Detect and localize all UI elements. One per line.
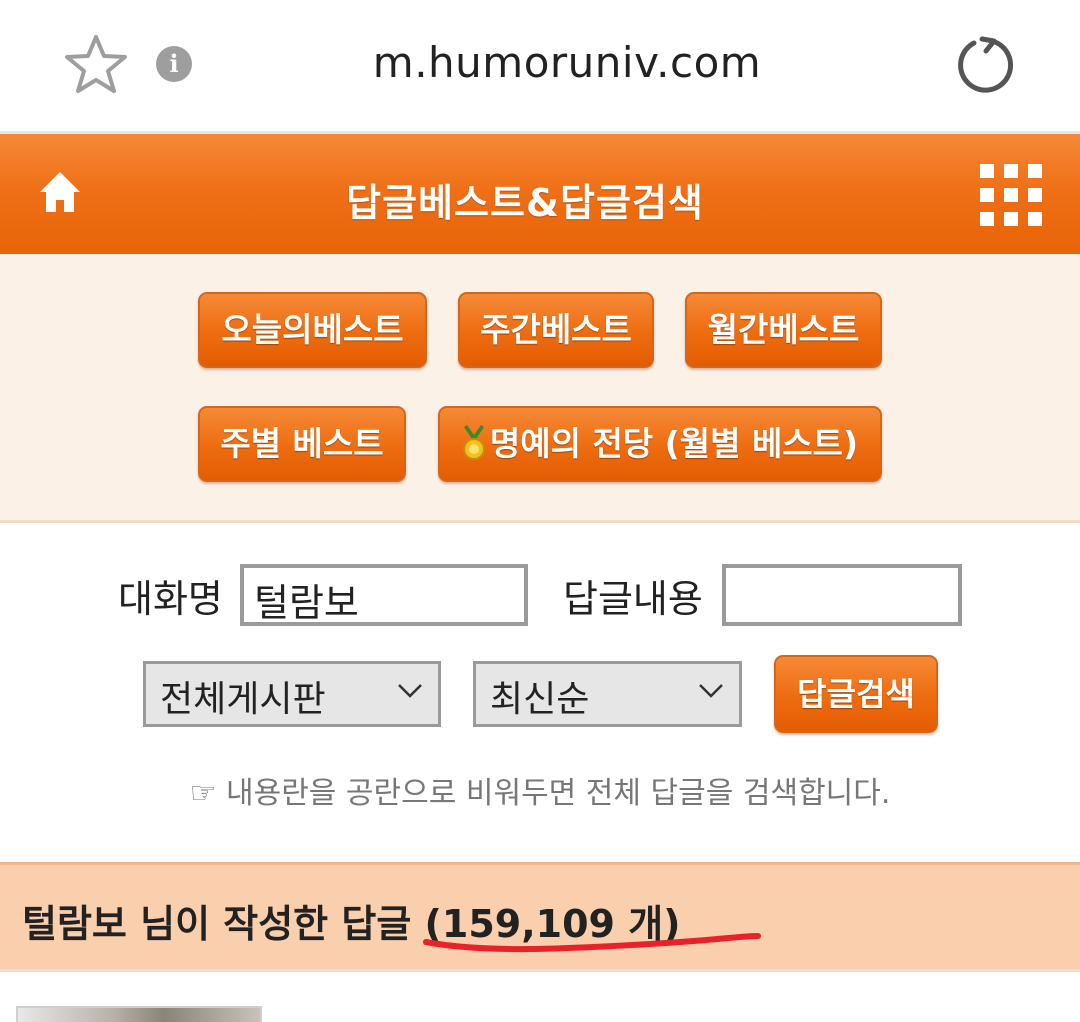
reply-search-button[interactable]: 답글검색 [774, 655, 938, 733]
today-best-button[interactable]: 오늘의베스트 [198, 292, 427, 368]
page-header: 답글베스트&답글검색 [0, 134, 1080, 254]
monthly-best-button[interactable]: 월간베스트 [685, 292, 882, 368]
best-button-panel: 오늘의베스트 주간베스트 월간베스트 주별 베스트 명예의 전당 (월별 베스트… [0, 254, 1080, 523]
page-title: 답글베스트&답글검색 [346, 181, 704, 225]
chevron-down-icon [699, 684, 723, 698]
hall-of-fame-button[interactable]: 명예의 전당 (월별 베스트) [438, 406, 882, 482]
board-select-value: 전체게시판 [160, 679, 326, 720]
weekly-best-button[interactable]: 주간베스트 [458, 292, 654, 368]
order-select[interactable]: 최신순 [473, 661, 742, 727]
order-select-value: 최신순 [490, 679, 590, 720]
reload-icon[interactable] [952, 33, 1016, 97]
chevron-down-icon [398, 684, 422, 698]
nickname-label: 대화명 [118, 577, 223, 621]
nickname-input[interactable]: 털람보 [240, 564, 528, 626]
url-text[interactable]: m.humoruniv.com [0, 38, 1080, 87]
menu-grid-icon[interactable] [980, 164, 1042, 226]
browser-url-bar: i m.humoruniv.com [0, 0, 1080, 132]
hall-of-fame-label: 명예의 전당 (월별 베스트) [489, 424, 859, 463]
content-label: 답글내용 [563, 577, 703, 621]
red-underline-annotation [423, 933, 761, 953]
by-week-best-button[interactable]: 주별 베스트 [198, 406, 406, 482]
board-select[interactable]: 전체게시판 [143, 661, 441, 727]
search-hint: ☞ 내용란을 공란으로 비워두면 전체 답글을 검색합니다. [189, 776, 891, 811]
reply-thumbnail[interactable] [16, 1006, 262, 1022]
medal-icon [462, 425, 485, 460]
content-input[interactable] [722, 564, 962, 626]
